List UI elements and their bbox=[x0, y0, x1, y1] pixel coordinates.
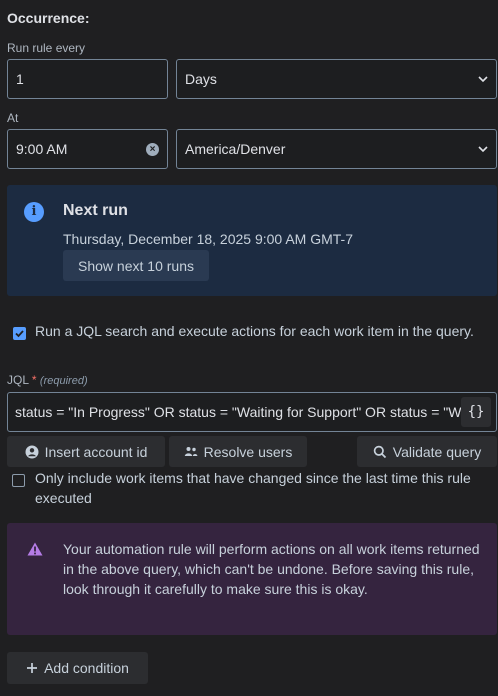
insert-account-id-button[interactable]: Insert account id bbox=[7, 436, 165, 467]
required-marker: * bbox=[31, 373, 37, 387]
next-run-panel: i Next run Thursday, December 18, 2025 9… bbox=[7, 185, 497, 296]
changed-since-checkbox[interactable] bbox=[12, 474, 25, 487]
interval-value: 1 bbox=[16, 71, 24, 87]
warning-text: Your automation rule will perform action… bbox=[63, 541, 480, 597]
chevron-down-icon bbox=[478, 146, 488, 153]
time-input[interactable]: 9:00 AM × bbox=[7, 129, 168, 169]
changed-since-label: Only include work items that have change… bbox=[35, 470, 471, 506]
jql-search-label: Run a JQL search and execute actions for… bbox=[35, 323, 474, 339]
resolve-users-label: Resolve users bbox=[203, 443, 293, 460]
jql-label: JQL bbox=[7, 373, 29, 387]
required-text: (required) bbox=[39, 375, 88, 387]
timezone-select[interactable]: America/Denver bbox=[176, 129, 497, 169]
jql-input[interactable]: status = "In Progress" OR status = "Wait… bbox=[7, 392, 497, 432]
add-condition-label: Add condition bbox=[44, 660, 129, 676]
interval-input[interactable]: 1 bbox=[7, 59, 168, 99]
interval-unit-value: Days bbox=[185, 71, 217, 87]
user-circle-icon bbox=[25, 445, 39, 458]
plus-icon bbox=[27, 663, 38, 673]
insert-account-id-label: Insert account id bbox=[44, 443, 148, 460]
occurrence-title: Occurrence: bbox=[7, 10, 90, 26]
search-icon bbox=[373, 445, 386, 458]
jql-label-row: JQL * (required) bbox=[7, 373, 88, 387]
jql-search-checkbox[interactable] bbox=[13, 327, 26, 340]
interval-unit-select[interactable]: Days bbox=[176, 59, 497, 99]
validate-query-button[interactable]: Validate query bbox=[357, 436, 497, 467]
resolve-users-button[interactable]: Resolve users bbox=[169, 436, 307, 467]
check-icon bbox=[15, 330, 24, 338]
time-value: 9:00 AM bbox=[16, 141, 68, 157]
chevron-down-icon bbox=[478, 76, 488, 83]
timezone-value: America/Denver bbox=[185, 141, 286, 157]
jql-braces-button[interactable]: {} bbox=[461, 397, 491, 427]
next-run-datetime: Thursday, December 18, 2025 9:00 AM GMT-… bbox=[63, 231, 353, 247]
warning-icon bbox=[27, 542, 43, 556]
add-condition-button[interactable]: Add condition bbox=[7, 652, 148, 684]
show-next-runs-button[interactable]: Show next 10 runs bbox=[63, 250, 209, 281]
jql-value: status = "In Progress" OR status = "Wait… bbox=[15, 404, 461, 420]
at-label: At bbox=[7, 111, 19, 125]
clear-icon[interactable]: × bbox=[146, 142, 159, 156]
validate-query-label: Validate query bbox=[392, 443, 482, 460]
info-icon: i bbox=[24, 202, 44, 222]
next-run-heading: Next run bbox=[63, 202, 128, 219]
run-rule-label: Run rule every bbox=[7, 41, 86, 55]
people-icon bbox=[184, 446, 198, 456]
warning-panel: Your automation rule will perform action… bbox=[7, 523, 497, 635]
